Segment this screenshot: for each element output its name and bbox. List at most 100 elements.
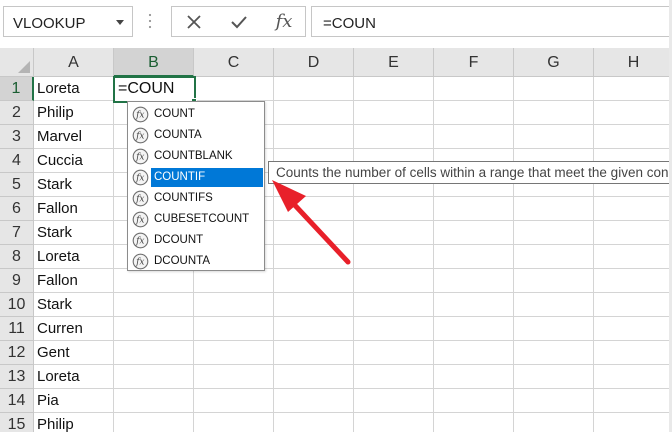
- name-box[interactable]: VLOOKUP: [3, 6, 133, 37]
- cell-c1[interactable]: [194, 77, 274, 101]
- row-header-14[interactable]: 14: [0, 389, 34, 413]
- autocomplete-item-cubesetcount[interactable]: fx CUBESETCOUNT: [128, 209, 264, 230]
- cell-f2[interactable]: [434, 101, 514, 125]
- column-header-f[interactable]: F: [434, 48, 514, 77]
- row-header-15[interactable]: 15: [0, 413, 34, 432]
- column-header-e[interactable]: E: [354, 48, 434, 77]
- cell-e11[interactable]: [354, 317, 434, 341]
- cell-a11[interactable]: Curren: [34, 317, 114, 341]
- cell-e13[interactable]: [354, 365, 434, 389]
- autocomplete-item-count[interactable]: fx COUNT: [128, 104, 264, 125]
- cell-b9[interactable]: [114, 269, 194, 293]
- row-header-3[interactable]: 3: [0, 125, 34, 149]
- cell-g10[interactable]: [514, 293, 594, 317]
- cell-c13[interactable]: [194, 365, 274, 389]
- cell-g1[interactable]: [514, 77, 594, 101]
- enter-button[interactable]: [217, 7, 261, 36]
- cell-g11[interactable]: [514, 317, 594, 341]
- column-header-c[interactable]: C: [194, 48, 274, 77]
- cell-b10[interactable]: [114, 293, 194, 317]
- cell-e12[interactable]: [354, 341, 434, 365]
- cell-f10[interactable]: [434, 293, 514, 317]
- cell-a2[interactable]: Philip: [34, 101, 114, 125]
- row-header-4[interactable]: 4: [0, 149, 34, 173]
- cell-d3[interactable]: [274, 125, 354, 149]
- cell-e2[interactable]: [354, 101, 434, 125]
- cell-f12[interactable]: [434, 341, 514, 365]
- cell-b13[interactable]: [114, 365, 194, 389]
- cell-g6[interactable]: [514, 197, 594, 221]
- cell-c15[interactable]: [194, 413, 274, 432]
- cell-d10[interactable]: [274, 293, 354, 317]
- cell-e7[interactable]: [354, 221, 434, 245]
- cell-g15[interactable]: [514, 413, 594, 432]
- cell-h1[interactable]: [594, 77, 672, 101]
- cell-a9[interactable]: Fallon: [34, 269, 114, 293]
- active-cell-editor[interactable]: =COUN: [113, 76, 196, 103]
- cell-h2[interactable]: [594, 101, 672, 125]
- autocomplete-item-dcount[interactable]: fx DCOUNT: [128, 230, 264, 251]
- row-header-2[interactable]: 2: [0, 101, 34, 125]
- cell-a5[interactable]: Stark: [34, 173, 114, 197]
- autocomplete-item-dcounta[interactable]: fx DCOUNTA: [128, 251, 264, 272]
- row-header-6[interactable]: 6: [0, 197, 34, 221]
- autocomplete-item-countifs[interactable]: fx COUNTIFS: [128, 188, 264, 209]
- cell-h11[interactable]: [594, 317, 672, 341]
- grip-handle-icon[interactable]: [148, 12, 152, 30]
- cell-a15[interactable]: Philip: [34, 413, 114, 432]
- cell-h3[interactable]: [594, 125, 672, 149]
- cell-d15[interactable]: [274, 413, 354, 432]
- cell-c12[interactable]: [194, 341, 274, 365]
- cell-c10[interactable]: [194, 293, 274, 317]
- cell-f13[interactable]: [434, 365, 514, 389]
- cell-f9[interactable]: [434, 269, 514, 293]
- cell-h8[interactable]: [594, 245, 672, 269]
- row-header-7[interactable]: 7: [0, 221, 34, 245]
- cell-e8[interactable]: [354, 245, 434, 269]
- column-header-d[interactable]: D: [274, 48, 354, 77]
- row-header-11[interactable]: 11: [0, 317, 34, 341]
- cell-h13[interactable]: [594, 365, 672, 389]
- cell-d9[interactable]: [274, 269, 354, 293]
- cell-h9[interactable]: [594, 269, 672, 293]
- cell-a14[interactable]: Pia: [34, 389, 114, 413]
- cell-h12[interactable]: [594, 341, 672, 365]
- cell-a7[interactable]: Stark: [34, 221, 114, 245]
- cell-e14[interactable]: [354, 389, 434, 413]
- cell-c9[interactable]: [194, 269, 274, 293]
- cell-d1[interactable]: [274, 77, 354, 101]
- cell-f8[interactable]: [434, 245, 514, 269]
- cell-g14[interactable]: [514, 389, 594, 413]
- column-header-h[interactable]: H: [594, 48, 672, 77]
- cancel-button[interactable]: [172, 7, 216, 36]
- cell-f14[interactable]: [434, 389, 514, 413]
- cell-b15[interactable]: [114, 413, 194, 432]
- cell-e9[interactable]: [354, 269, 434, 293]
- chevron-down-icon[interactable]: [116, 20, 124, 25]
- cell-b14[interactable]: [114, 389, 194, 413]
- cell-d11[interactable]: [274, 317, 354, 341]
- autocomplete-item-countif[interactable]: fx COUNTIF: [128, 167, 264, 188]
- cell-a3[interactable]: Marvel: [34, 125, 114, 149]
- cell-e6[interactable]: [354, 197, 434, 221]
- cell-b11[interactable]: [114, 317, 194, 341]
- row-header-13[interactable]: 13: [0, 365, 34, 389]
- cell-g7[interactable]: [514, 221, 594, 245]
- cell-f11[interactable]: [434, 317, 514, 341]
- cell-a10[interactable]: Stark: [34, 293, 114, 317]
- cell-a8[interactable]: Loreta: [34, 245, 114, 269]
- cell-c14[interactable]: [194, 389, 274, 413]
- column-header-b[interactable]: B: [114, 48, 194, 77]
- autocomplete-item-countblank[interactable]: fx COUNTBLANK: [128, 146, 264, 167]
- cell-d14[interactable]: [274, 389, 354, 413]
- cell-a12[interactable]: Gent: [34, 341, 114, 365]
- cell-a6[interactable]: Fallon: [34, 197, 114, 221]
- cell-h6[interactable]: [594, 197, 672, 221]
- cell-e10[interactable]: [354, 293, 434, 317]
- cell-d2[interactable]: [274, 101, 354, 125]
- cell-g3[interactable]: [514, 125, 594, 149]
- cell-g12[interactable]: [514, 341, 594, 365]
- cell-g13[interactable]: [514, 365, 594, 389]
- cell-e1[interactable]: [354, 77, 434, 101]
- row-header-8[interactable]: 8: [0, 245, 34, 269]
